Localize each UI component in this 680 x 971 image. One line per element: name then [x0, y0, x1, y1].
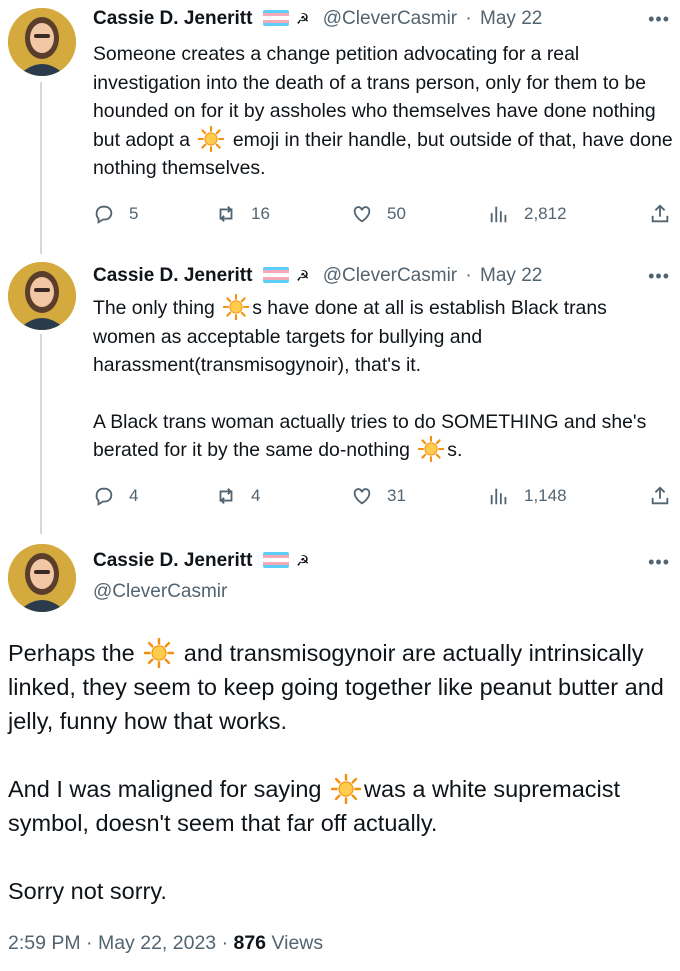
separator-dot: ·: [465, 8, 472, 29]
hammer-sickle-icon: ☭: [296, 11, 310, 28]
views-count: 876: [233, 932, 267, 954]
tweet-time[interactable]: 2:59 PM: [8, 932, 81, 954]
paragraph: The only thing s have done at all is est…: [93, 294, 673, 380]
share-icon: [651, 486, 669, 505]
paragraph: A Black trans woman actually tries to do…: [93, 410, 647, 462]
author-name[interactable]: Cassie D. Jeneritt: [93, 265, 252, 286]
like-count: 31: [387, 486, 406, 505]
like-count: 50: [387, 204, 406, 223]
author-handle[interactable]: @CleverCasmir: [323, 265, 457, 286]
thread-connector-line: [40, 82, 42, 254]
more-options-icon[interactable]: •••: [648, 9, 670, 30]
tweet-header: Cassie D. Jeneritt ☭ @CleverCasmir · May…: [93, 264, 542, 289]
separator-dot: ·: [86, 932, 93, 954]
reply-icon: [95, 487, 113, 506]
like-button[interactable]: 50: [351, 201, 406, 227]
views-button[interactable]: 1,148: [488, 483, 567, 509]
more-options-icon[interactable]: •••: [648, 266, 670, 287]
reply-count: 4: [129, 486, 139, 505]
views-label: Views: [271, 932, 324, 954]
tweet-date[interactable]: May 22: [480, 8, 542, 29]
author-name[interactable]: Cassie D. Jeneritt: [93, 550, 252, 571]
views-count: 2,812: [524, 204, 567, 223]
retweet-icon: [219, 206, 233, 222]
avatar[interactable]: [8, 8, 76, 76]
paragraph: Sorry not sorry.: [8, 878, 167, 904]
reply-button[interactable]: 5: [93, 201, 138, 227]
trans-flag-icon: [262, 267, 289, 283]
tweet-meta: 2:59 PM · May 22, 2023 · 876 Views: [8, 932, 323, 955]
sun-emoji-icon: [198, 125, 225, 152]
reply-count: 5: [129, 204, 139, 223]
trans-flag-icon: [262, 10, 289, 26]
sun-emoji-icon: [331, 774, 362, 804]
tweet-header: Cassie D. Jeneritt ☭ @CleverCasmir · May…: [93, 7, 542, 32]
sun-emoji-icon: [418, 436, 445, 462]
paragraph: Someone creates a change petition advoca…: [93, 43, 673, 179]
share-button[interactable]: [649, 201, 680, 227]
author-handle[interactable]: @CleverCasmir: [323, 8, 457, 29]
tweet-text: Someone creates a change petition advoca…: [93, 40, 673, 183]
share-icon: [651, 204, 669, 223]
more-options-icon[interactable]: •••: [648, 552, 670, 573]
avatar[interactable]: [8, 544, 76, 612]
author-name[interactable]: Cassie D. Jeneritt: [93, 8, 252, 29]
paragraph: And I was maligned for saying was a whit…: [8, 774, 621, 836]
separator-dot: ·: [465, 265, 472, 286]
retweet-button[interactable]: 4: [215, 483, 260, 509]
retweet-count: 4: [251, 486, 261, 505]
retweet-button[interactable]: 16: [215, 201, 270, 227]
tweet-date[interactable]: May 22: [480, 265, 542, 286]
retweet-icon: [219, 488, 233, 504]
action-bar: 5 16 50 2,812: [93, 201, 673, 227]
avatar[interactable]: [8, 262, 76, 330]
tweet-text: The only thing s have done at all is est…: [93, 294, 673, 465]
share-button[interactable]: [649, 483, 680, 509]
views-button[interactable]: 2,812: [488, 201, 567, 227]
like-icon: [353, 206, 371, 223]
views-icon: [490, 206, 507, 223]
main-author-row: Cassie D. Jeneritt ☭: [93, 549, 309, 574]
reply-button[interactable]: 4: [93, 483, 138, 509]
views-count: 1,148: [524, 486, 567, 505]
hammer-sickle-icon: ☭: [296, 268, 310, 285]
reply-icon: [95, 205, 113, 224]
separator-dot: ·: [221, 932, 229, 954]
views-icon: [490, 488, 507, 505]
action-bar: 4 4 31 1,148: [93, 483, 673, 509]
like-button[interactable]: 31: [351, 483, 406, 509]
thread-connector-line: [40, 334, 42, 534]
sun-emoji-icon: [144, 638, 175, 668]
trans-flag-icon: [262, 552, 289, 568]
paragraph: Perhaps the and transmisogynoir are actu…: [8, 638, 664, 734]
like-icon: [353, 488, 371, 505]
main-tweet-text: Perhaps the and transmisogynoir are actu…: [8, 636, 673, 908]
hammer-sickle-icon: ☭: [296, 553, 310, 570]
tweet-full-date[interactable]: May 22, 2023: [98, 932, 216, 954]
retweet-count: 16: [251, 204, 270, 223]
sun-emoji-icon: [223, 294, 250, 320]
author-handle[interactable]: @CleverCasmir: [93, 580, 227, 604]
